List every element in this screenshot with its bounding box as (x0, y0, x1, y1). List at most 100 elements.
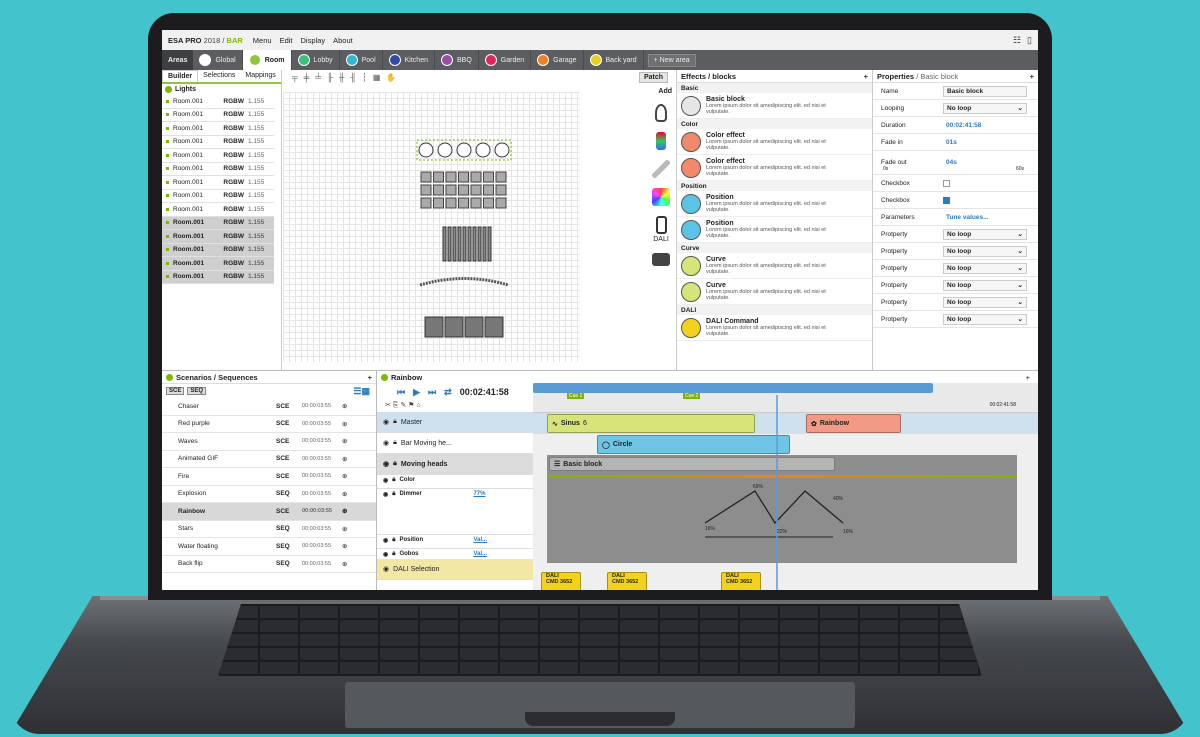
property-value[interactable]: No loop ⌄ (943, 296, 1027, 308)
eye-icon[interactable]: ◉ (383, 491, 388, 498)
panel-fixture[interactable] (433, 171, 444, 183)
new-area-button[interactable]: + New area (647, 53, 696, 67)
panel-fixture[interactable] (420, 184, 432, 196)
lock-icon[interactable]: 🔒︎ (393, 418, 397, 426)
bar-fixture[interactable] (487, 226, 492, 262)
area-tab[interactable]: Garage (531, 50, 584, 70)
matrix-fixture[interactable] (484, 316, 504, 338)
bar-fixture[interactable] (452, 226, 457, 262)
light-row[interactable]: Room.001 RGBW 1.155 (162, 149, 274, 163)
scenario-row[interactable]: Fire SCE 00:00:03:55 ⊕ (162, 468, 376, 486)
panel-fixture[interactable] (445, 184, 457, 196)
light-row[interactable]: Room.001 RGBW 1.155 (162, 257, 274, 271)
scenario-row[interactable]: Rainbow SCE 00:00:03:55 ⊕ (162, 503, 376, 521)
patch-button[interactable]: Patch (638, 72, 668, 83)
align-left-icon[interactable]: ╟ (327, 73, 333, 82)
panel-fixture[interactable] (420, 171, 432, 183)
menu-item[interactable]: Display (301, 36, 326, 45)
track-row[interactable]: ◉ 🔒︎ Position Val... (377, 535, 533, 549)
effect-category[interactable]: DALI (677, 305, 872, 315)
property-checkbox[interactable] (943, 179, 950, 187)
add-icon[interactable]: + (1030, 72, 1034, 81)
track-tools[interactable]: ✂ ⎘ ✎ ⚑ ⌂ (385, 401, 421, 410)
canvas-grid[interactable] (283, 92, 580, 362)
track-value[interactable]: Val... (473, 551, 487, 557)
matrix-icon[interactable] (652, 188, 670, 206)
panel-fixture[interactable] (470, 171, 482, 183)
add-icon[interactable]: + (1026, 373, 1030, 382)
moving-head-fixture[interactable] (475, 142, 491, 158)
scenario-row[interactable]: Back flip SEQ 00:00:03:55 ⊕ (162, 556, 376, 573)
area-icon[interactable]: ⊕ (342, 402, 347, 410)
loop-icon[interactable]: ⇄ (444, 387, 452, 398)
effect-category[interactable]: Color (677, 119, 872, 129)
eye-icon[interactable]: ◉ (383, 537, 388, 544)
area-icon[interactable]: ⊕ (342, 560, 347, 568)
track-row[interactable]: ◉ 🔒︎ Dimmer 77% (377, 489, 533, 535)
dali-block[interactable]: DALI CMD 3652 (607, 572, 647, 590)
property-checkbox[interactable] (943, 196, 950, 204)
property-value[interactable]: No loop ⌄ (943, 313, 1027, 325)
effect-item[interactable]: Basic block Lorem ipsum dolor sit amedipi… (677, 93, 872, 119)
track-value[interactable]: Val... (473, 537, 487, 543)
property-value[interactable]: Tune values... (943, 212, 1027, 223)
dimmer-curve[interactable] (533, 383, 1019, 590)
bar-fixture[interactable] (472, 226, 477, 262)
area-tab[interactable]: Global (193, 50, 243, 70)
tab-builder[interactable]: Builder (162, 70, 199, 82)
add-icon[interactable]: + (368, 373, 372, 382)
light-row[interactable]: Room.001 RGBW 1.155 (162, 203, 274, 217)
track-row[interactable]: ◉ 🔒︎ Master (377, 412, 533, 433)
align-right-icon[interactable]: ╢ (350, 73, 356, 82)
align-top-icon[interactable]: ╤ (292, 73, 298, 82)
area-icon[interactable]: ⊕ (342, 525, 347, 533)
matrix-fixture[interactable] (464, 316, 484, 338)
dali-block[interactable]: DALI CMD 3652 (541, 572, 581, 590)
area-icon[interactable]: ⊕ (342, 420, 347, 428)
effect-item[interactable]: Position Lorem ipsum dolor sit amedipisci… (677, 217, 872, 243)
dali-icon[interactable] (655, 216, 667, 234)
lock-icon[interactable]: 🔒︎ (392, 551, 395, 558)
area-icon[interactable]: ⊕ (342, 490, 347, 498)
property-value[interactable]: 04s (943, 157, 1027, 168)
list-view-icon[interactable]: ☰▦ (353, 386, 370, 397)
light-row[interactable]: Room.001 RGBW 1.155 (162, 109, 274, 122)
light-row[interactable]: Room.001 RGBW 1.155 (162, 270, 274, 284)
moving-head-fixture[interactable] (418, 142, 434, 158)
effect-category[interactable]: Curve (677, 243, 872, 253)
grid-icon[interactable]: ▦ (373, 73, 381, 82)
lock-icon[interactable]: 🔒︎ (392, 537, 395, 544)
bars-row[interactable] (442, 226, 492, 262)
light-row[interactable]: Room.001 RGBW 1.155 (162, 176, 274, 190)
bar-fixture[interactable] (482, 226, 487, 262)
panel-fixture[interactable] (458, 184, 469, 196)
panel-fixture[interactable] (433, 184, 444, 196)
moving-heads-row[interactable] (418, 142, 510, 158)
track-row[interactable]: ◉ 🔒︎ Bar Moving he... (377, 433, 533, 454)
panel-fixture[interactable] (470, 197, 482, 209)
bar-fixture[interactable] (467, 226, 472, 262)
moving-head-fixture[interactable] (494, 142, 510, 158)
filter-sce[interactable]: SCE (166, 387, 185, 395)
property-value[interactable]: No loop ⌄ (943, 228, 1027, 240)
panel-fixture[interactable] (470, 184, 482, 196)
eye-icon[interactable]: ◉ (383, 439, 389, 447)
scenario-row[interactable]: Red purple SCE 00:00:03:55 ⊕ (162, 416, 376, 433)
property-value[interactable]: Basic block (943, 85, 1027, 97)
light-row[interactable]: Room.001 RGBW 1.155 (162, 243, 274, 257)
timeline-lanes[interactable]: Cue 1 Cue 2 00:02:41:58 ∿ Sinus 6 ✿ Rainbow… (533, 383, 1038, 590)
property-value[interactable]: No loop ⌄ (943, 279, 1027, 291)
area-tab[interactable]: Back yard (584, 50, 644, 70)
bar-fixture[interactable] (457, 226, 462, 262)
scenario-row[interactable]: Explosion SEQ 00:00:03:55 ⊕ (162, 486, 376, 503)
panel-fixture[interactable] (458, 197, 469, 209)
area-tab[interactable]: Lobby (292, 50, 340, 70)
eye-icon[interactable]: ◉ (383, 551, 388, 558)
moving-head-fixture[interactable] (456, 142, 472, 158)
area-icon[interactable]: ⊕ (342, 437, 347, 445)
skip-back-icon[interactable]: ⏮ (397, 387, 405, 398)
panel-fixture[interactable] (483, 197, 494, 209)
area-tab[interactable]: Kitchen (383, 50, 435, 70)
panel-fixture[interactable] (483, 184, 494, 196)
bar-fixture[interactable] (462, 226, 467, 262)
